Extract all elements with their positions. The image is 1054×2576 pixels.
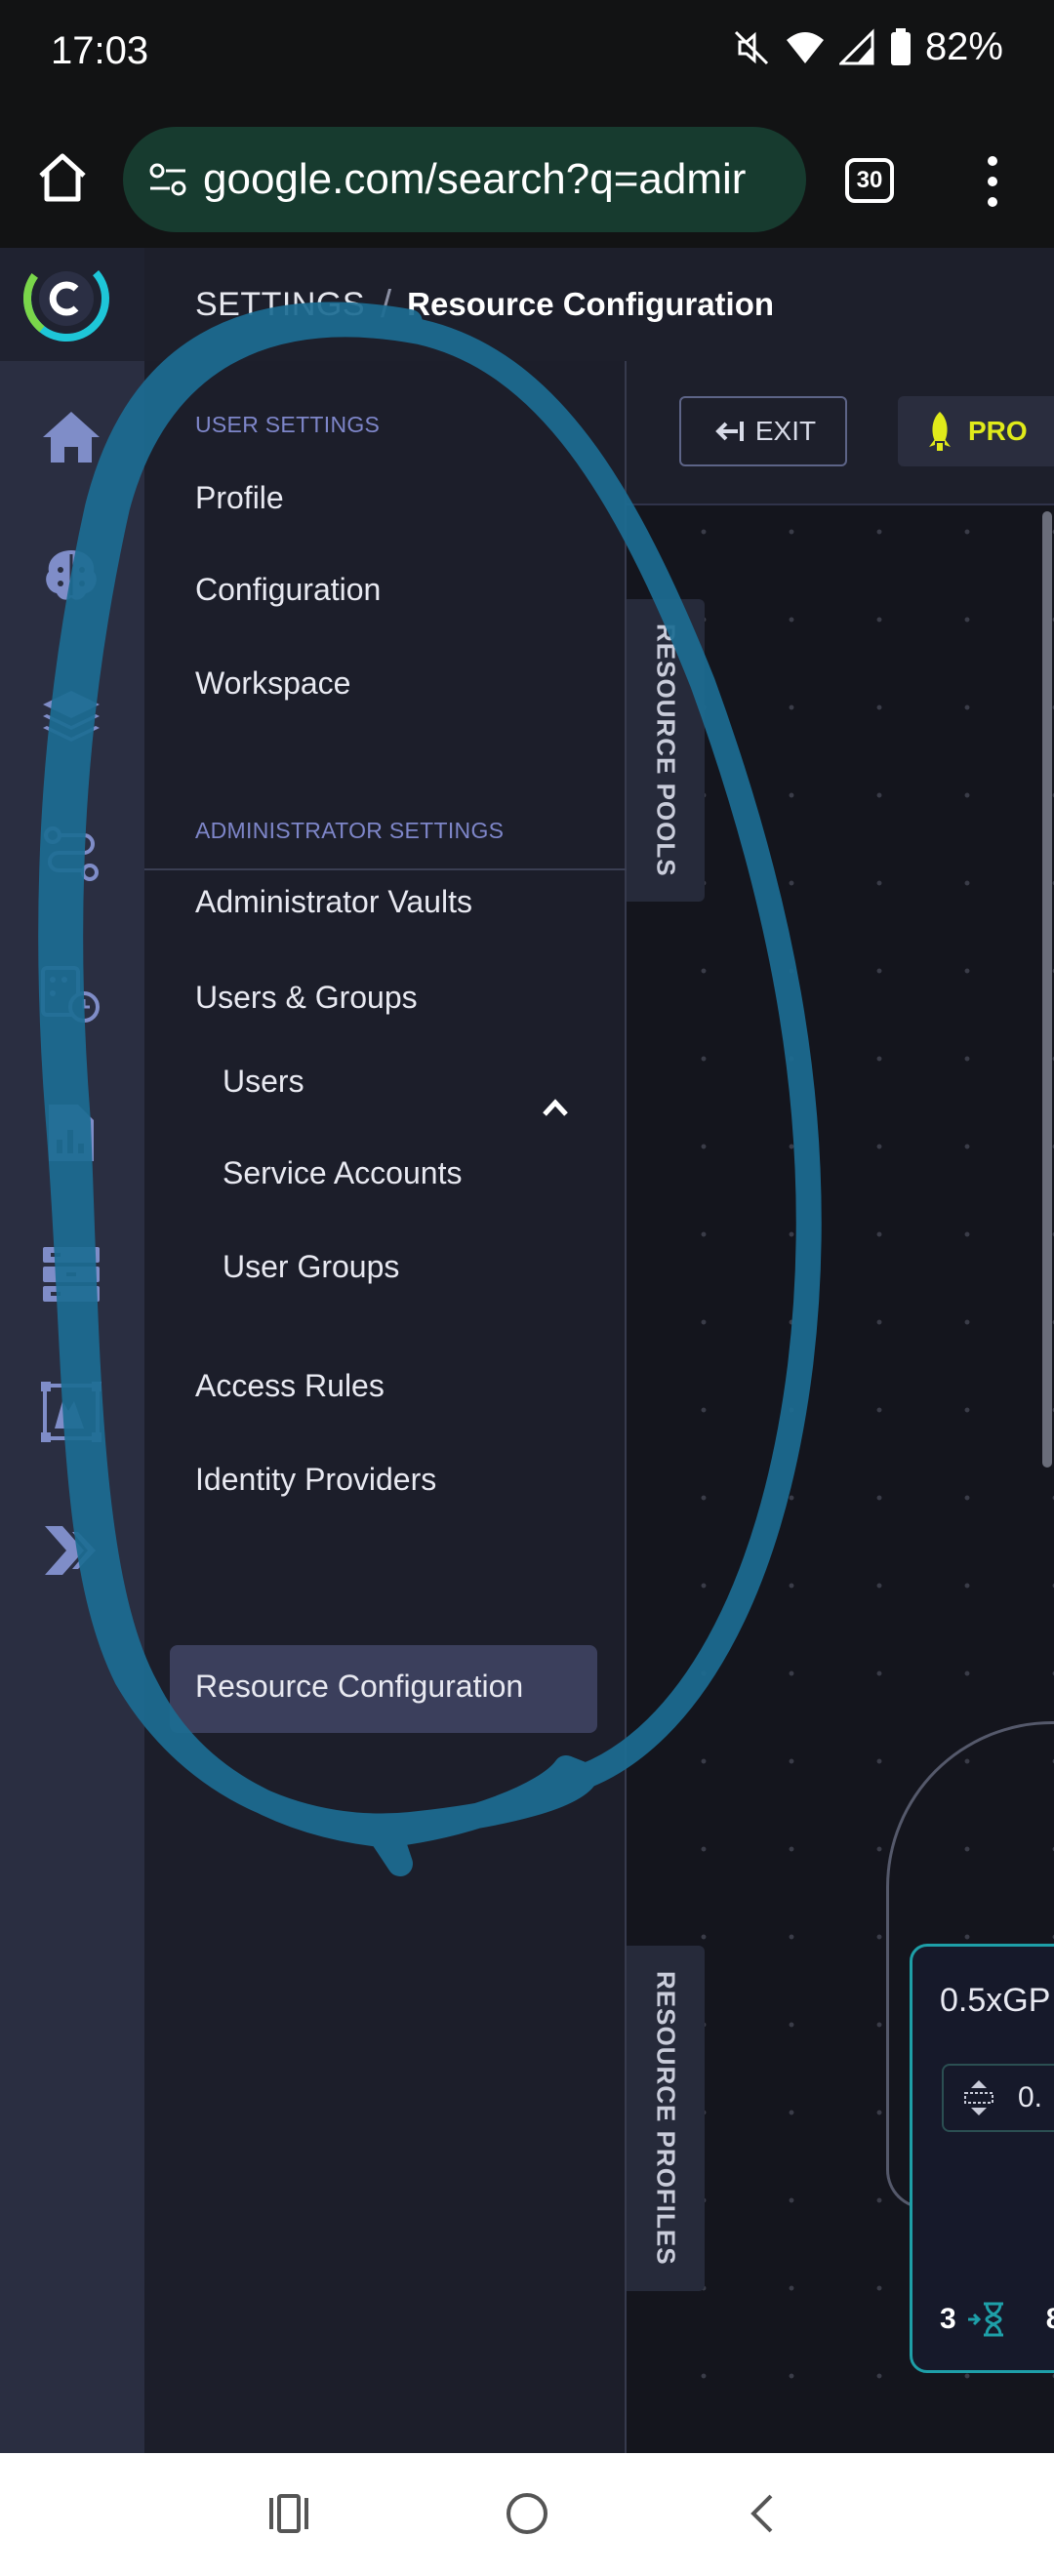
breadcrumb-settings[interactable]: SETTINGS [195, 286, 365, 324]
resource-pools-tab[interactable]: RESOURCE POOLS [627, 599, 705, 902]
battery-percent: 82% [924, 25, 1003, 68]
resource-profile-card[interactable]: 0.5xGP 0. 3 8 [910, 1944, 1054, 2373]
hourglass-queue-icon [967, 2302, 1003, 2337]
screen: 17:03 82% google.com/search?q=admir 30 S… [0, 0, 1054, 2576]
breadcrumb-separator: / [381, 282, 392, 326]
logo-area [0, 248, 144, 361]
layers-icon[interactable] [39, 683, 103, 747]
chevron-up-icon[interactable] [539, 1091, 572, 1124]
nav-resource-configuration-active[interactable]: Resource Configuration [170, 1645, 597, 1733]
site-settings-icon[interactable] [146, 158, 189, 201]
nav-users[interactable]: Users [223, 1064, 304, 1100]
card-footer: 3 8 [940, 2300, 1054, 2339]
nav-service-accounts[interactable]: Service Accounts [223, 1155, 462, 1191]
reports-icon[interactable] [39, 1101, 103, 1165]
image-dataset-icon[interactable] [39, 1380, 103, 1444]
datastore-icon[interactable] [39, 1241, 103, 1306]
brain-icon[interactable] [39, 543, 103, 607]
card-chip-value: 0. [1018, 2081, 1043, 2113]
recent-apps-icon[interactable] [260, 2484, 318, 2543]
page-header: SETTINGS / Resource Configuration [144, 248, 1054, 361]
tab-switcher-button[interactable]: 30 [845, 158, 894, 203]
home-icon[interactable] [33, 148, 92, 207]
canvas-toolbar: EXIT PRO [627, 361, 1054, 505]
nav-rail [0, 361, 144, 2453]
admin-settings-heading: ADMINISTRATOR SETTINGS [195, 818, 505, 843]
battery-icon [890, 27, 911, 65]
nav-workspace[interactable]: Workspace [195, 665, 350, 702]
nav-user-groups[interactable]: User Groups [223, 1249, 399, 1285]
browser-toolbar: google.com/search?q=admir 30 [0, 109, 1054, 248]
nav-identity-providers[interactable]: Identity Providers [195, 1462, 436, 1498]
scheduler-icon[interactable] [39, 962, 103, 1026]
rocket-icon [929, 412, 951, 451]
nav-profile[interactable]: Profile [195, 480, 284, 516]
signal-icon [838, 27, 874, 64]
status-time: 17:03 [51, 29, 149, 72]
nav-access-rules[interactable]: Access Rules [195, 1368, 385, 1404]
resource-profiles-tab[interactable]: RESOURCE PROFILES [627, 1946, 705, 2291]
settings-sidebar: USER SETTINGS Profile Configuration Work… [144, 361, 627, 2453]
card-title: 0.5xGP [940, 1982, 1051, 2019]
mute-icon [734, 30, 768, 64]
nav-resource-configuration[interactable]: Resource Configuration [195, 1669, 523, 1705]
deploy-icon[interactable] [39, 1518, 103, 1583]
app-logo[interactable] [21, 254, 119, 351]
card-count-a: 3 [940, 2303, 956, 2335]
nav-administrator-vaults[interactable]: Administrator Vaults [195, 884, 472, 920]
breadcrumb-current: Resource Configuration [407, 286, 775, 322]
status-icons: 82% [732, 25, 1003, 69]
canvas-scrollbar[interactable] [1042, 511, 1052, 1468]
back-icon[interactable] [734, 2484, 792, 2543]
provision-button[interactable]: PRO [898, 396, 1054, 466]
home-nav-icon[interactable] [39, 404, 103, 468]
overflow-menu-icon[interactable] [978, 152, 1007, 211]
card-resource-chip: 0. [942, 2064, 1054, 2132]
nav-users-groups[interactable]: Users & Groups [195, 980, 418, 1016]
exit-button[interactable]: EXIT [679, 396, 847, 466]
wifi-icon [786, 31, 824, 63]
system-nav-bar [0, 2453, 1054, 2576]
user-settings-heading: USER SETTINGS [195, 412, 381, 437]
status-bar: 17:03 82% [0, 0, 1054, 109]
url-text: google.com/search?q=admir [203, 155, 747, 203]
gpu-icon [964, 2080, 993, 2115]
workflow-icon[interactable] [39, 822, 103, 886]
section-divider [144, 868, 627, 870]
address-bar[interactable]: google.com/search?q=admir [123, 127, 806, 232]
home-button-icon[interactable] [498, 2484, 556, 2543]
app-window: SETTINGS / Resource Configuration USER S… [0, 248, 1054, 2453]
exit-label: EXIT [754, 416, 817, 446]
card-count-b: 8 [1046, 2303, 1054, 2336]
provision-label: PRO [968, 416, 1028, 446]
exit-icon [715, 422, 744, 441]
nav-configuration[interactable]: Configuration [195, 572, 381, 608]
